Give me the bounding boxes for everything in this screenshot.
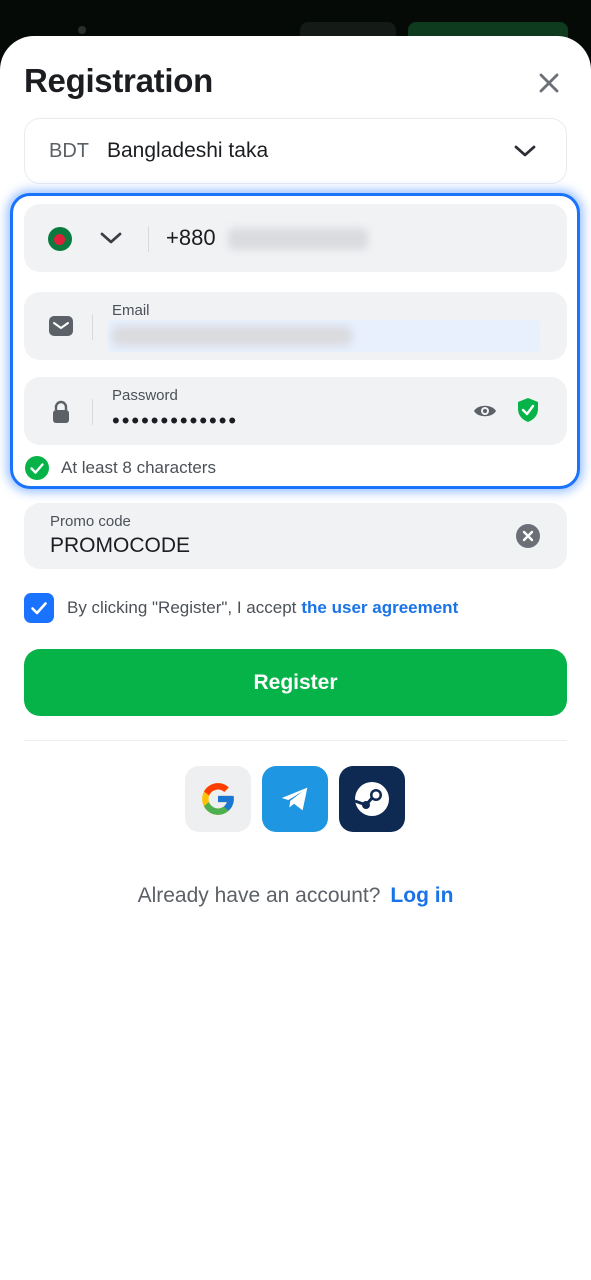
- login-question: Already have an account?: [137, 884, 381, 907]
- agreement-text: By clicking "Register", I accept: [67, 598, 297, 617]
- email-field[interactable]: Email: [24, 292, 567, 360]
- divider: [24, 740, 567, 741]
- mail-icon: [49, 316, 73, 336]
- password-input[interactable]: •••••••••••••: [112, 409, 238, 433]
- google-login-button[interactable]: [185, 766, 251, 832]
- password-label: Password: [112, 387, 178, 404]
- password-field[interactable]: Password •••••••••••••: [24, 377, 567, 445]
- divider: [92, 314, 93, 340]
- divider: [92, 399, 93, 425]
- phone-prefix: +880: [166, 225, 216, 250]
- agreement-row: By clicking "Register", I accept the use…: [24, 593, 458, 623]
- promo-code-input[interactable]: PROMOCODE: [50, 534, 190, 558]
- shield-check-icon: [518, 398, 538, 422]
- phone-number-redacted[interactable]: [228, 228, 368, 250]
- checkmark-icon: [31, 602, 47, 615]
- registration-sheet: Registration BDT Bangladeshi taka +880 E…: [0, 36, 591, 1280]
- credentials-group: +880 Email Password ••••••••••••• At lea…: [10, 193, 580, 489]
- page-title: Registration: [24, 62, 213, 99]
- currency-select[interactable]: BDT Bangladeshi taka: [24, 118, 567, 184]
- register-button[interactable]: Register: [24, 649, 567, 716]
- chevron-down-icon: [514, 145, 536, 157]
- login-link[interactable]: Log in: [390, 884, 453, 907]
- steam-icon: [354, 782, 389, 816]
- google-icon: [202, 783, 234, 815]
- password-rule-text: At least 8 characters: [61, 458, 216, 477]
- password-rule: At least 8 characters: [25, 456, 216, 480]
- email-value-redacted: [112, 326, 352, 346]
- promo-code-label: Promo code: [50, 513, 131, 530]
- telegram-icon: [281, 787, 308, 811]
- camera-dot: [78, 26, 86, 34]
- close-button[interactable]: [532, 66, 566, 100]
- telegram-login-button[interactable]: [262, 766, 328, 832]
- steam-login-button[interactable]: [339, 766, 405, 832]
- clear-icon[interactable]: [516, 524, 540, 548]
- promo-code-field[interactable]: Promo code PROMOCODE: [24, 503, 567, 569]
- lock-icon: [53, 400, 69, 423]
- agreement-checkbox[interactable]: [24, 593, 54, 623]
- country-chevron-down-icon[interactable]: [98, 228, 124, 248]
- divider: [148, 226, 149, 252]
- currency-name: Bangladeshi taka: [107, 139, 269, 162]
- email-label: Email: [112, 302, 150, 319]
- eye-icon[interactable]: [472, 398, 498, 424]
- close-icon: [539, 73, 559, 93]
- check-circle-icon: [25, 456, 49, 480]
- bangladesh-flag-icon: [48, 227, 72, 251]
- phone-field[interactable]: +880: [24, 204, 567, 272]
- login-row: Already have an account? Log in: [0, 884, 591, 908]
- currency-code: BDT: [49, 139, 89, 162]
- user-agreement-link[interactable]: the user agreement: [301, 598, 458, 618]
